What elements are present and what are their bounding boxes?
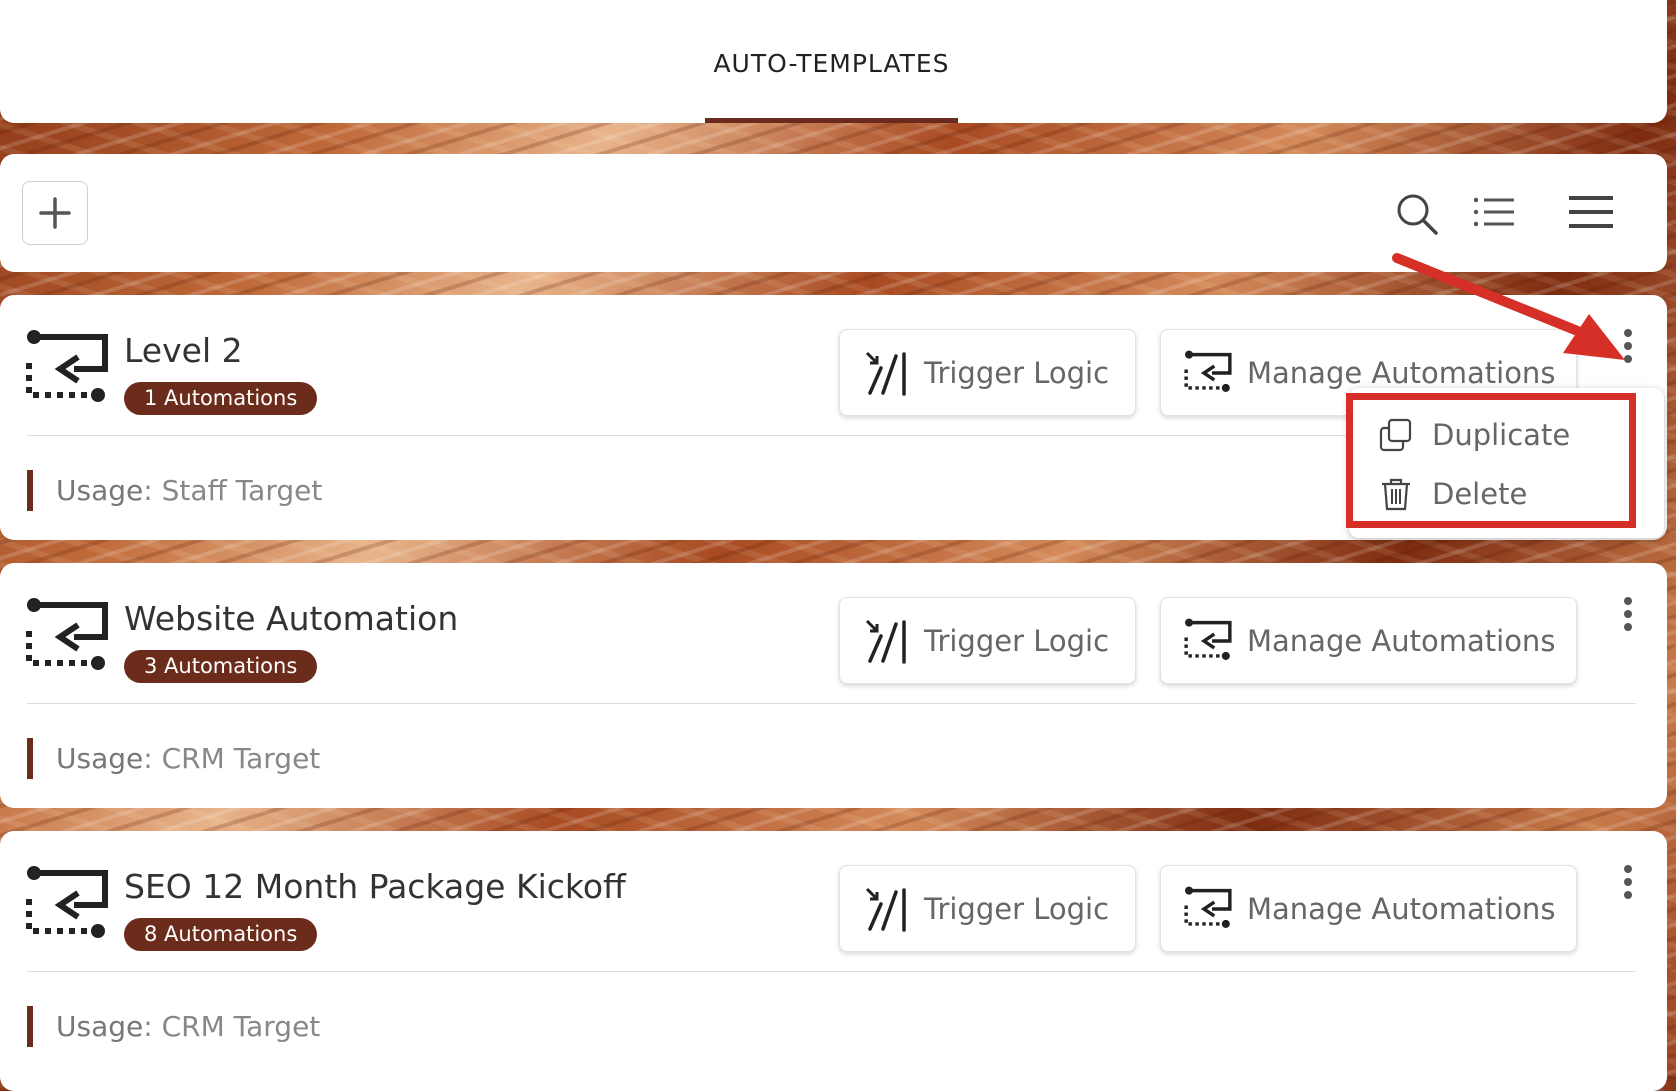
automation-template-icon [26,330,108,402]
automation-template-icon [26,598,108,670]
trigger-logic-icon [865,887,906,932]
plus-icon [39,197,71,229]
divider [27,971,1636,972]
template-title: SEO 12 Month Package Kickoff [124,867,626,906]
button-label: Manage Automations [1247,623,1556,658]
usage-key: Usage [56,742,144,775]
template-title: Website Automation [124,599,459,638]
more-options-icon[interactable] [1616,863,1640,903]
template-card: SEO 12 Month Package Kickoff 8 Automatio… [0,831,1667,1091]
trigger-logic-button[interactable]: Trigger Logic [839,865,1136,952]
button-label: Trigger Logic [924,623,1110,658]
usage-info: Usage: CRM Target [27,1006,320,1047]
automation-template-icon [26,866,108,938]
trigger-logic-icon [865,619,906,664]
active-tab-indicator [705,118,958,123]
button-label: Trigger Logic [924,355,1110,390]
manage-automations-button[interactable]: Manage Automations [1160,597,1577,684]
usage-info: Usage: Staff Target [27,470,322,511]
manage-automations-button[interactable]: Manage Automations [1160,865,1577,952]
usage-key: Usage [56,1010,144,1043]
add-template-button[interactable] [22,181,88,245]
manage-automations-icon [1184,618,1232,660]
automations-count-badge: 1 Automations [124,382,318,415]
manage-automations-icon [1184,886,1232,928]
tab-label: AUTO-TEMPLATES [713,49,950,78]
usage-value: : CRM Target [143,742,321,775]
list-icon[interactable] [1470,190,1518,238]
automations-count-badge: 8 Automations [124,918,318,951]
manage-automations-icon [1184,350,1232,392]
usage-value: : Staff Target [143,474,323,507]
usage-key: Usage [56,474,144,507]
tab-bar: AUTO-TEMPLATES [0,0,1667,123]
trigger-logic-button[interactable]: Trigger Logic [839,597,1136,684]
automations-count-badge: 3 Automations [124,650,318,683]
highlight-box-annotation [1346,393,1636,528]
trigger-logic-icon [865,351,906,396]
search-icon[interactable] [1393,190,1441,238]
usage-info: Usage: CRM Target [27,738,320,779]
trigger-logic-button[interactable]: Trigger Logic [839,329,1136,416]
menu-icon[interactable] [1567,190,1617,238]
button-label: Trigger Logic [924,891,1110,926]
usage-value: : CRM Target [143,1010,321,1043]
template-title: Level 2 [124,331,243,370]
tab-auto-templates[interactable]: AUTO-TEMPLATES [705,0,958,123]
divider [27,703,1636,704]
button-label: Manage Automations [1247,891,1556,926]
more-options-icon[interactable] [1616,595,1640,635]
arrow-annotation [1392,253,1625,360]
template-card: Website Automation 3 Automations Trigger… [0,563,1667,808]
